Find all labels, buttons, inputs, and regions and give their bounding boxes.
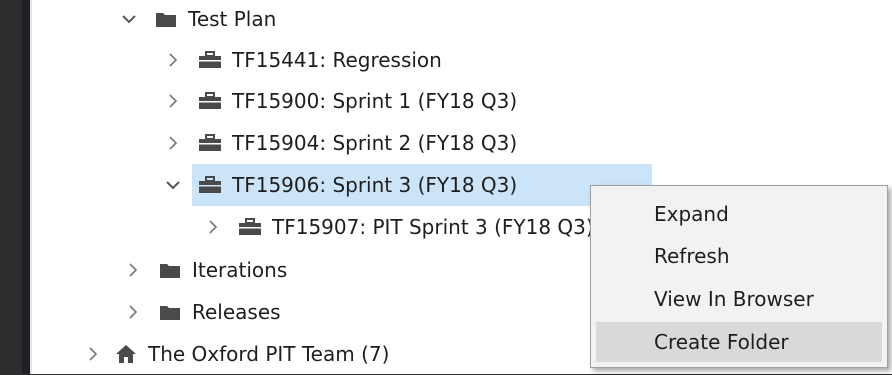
tree-item-tf15906[interactable]: TF15906: Sprint 3 (FY18 Q3) — [162, 164, 517, 206]
tree-item-label: TF15441: Regression — [232, 48, 442, 72]
tree-item-tf15441[interactable]: TF15441: Regression — [162, 39, 442, 81]
chevron-right-icon[interactable] — [202, 216, 224, 238]
chevron-right-icon[interactable] — [82, 343, 104, 365]
chevron-down-icon[interactable] — [162, 174, 184, 196]
menu-item-expand[interactable]: Expand — [596, 194, 882, 234]
tree-item-iterations[interactable]: Iterations — [122, 249, 287, 291]
tree-item-tf15900[interactable]: TF15900: Sprint 1 (FY18 Q3) — [162, 80, 517, 122]
suite-icon — [198, 174, 222, 196]
chevron-right-icon[interactable] — [162, 132, 184, 154]
tree-item-releases[interactable]: Releases — [122, 291, 281, 333]
menu-item-view-in-browser[interactable]: View In Browser — [596, 279, 882, 319]
context-menu: Expand Refresh View In Browser Create Fo… — [590, 185, 888, 368]
tree-item-label: TF15907: PIT Sprint 3 (FY18 Q3) — [272, 215, 594, 239]
tree-item-label: TF15900: Sprint 1 (FY18 Q3) — [232, 89, 518, 113]
tree-item-label: Releases — [192, 300, 281, 324]
tree-item-oxford-pit-team[interactable]: The Oxford PIT Team (7) — [82, 333, 389, 375]
chevron-right-icon[interactable] — [162, 49, 184, 71]
folder-icon — [158, 259, 182, 281]
menu-item-create-folder[interactable]: Create Folder — [596, 322, 882, 362]
tree-item-label: TF15906: Sprint 3 (FY18 Q3) — [232, 173, 518, 197]
menu-item-label: Expand — [654, 202, 729, 226]
tree-item-label: Test Plan — [188, 7, 277, 31]
folder-icon — [154, 8, 178, 30]
menu-item-label: Refresh — [654, 244, 730, 268]
home-icon — [114, 343, 138, 365]
tree-item-tf15904[interactable]: TF15904: Sprint 2 (FY18 Q3) — [162, 122, 517, 164]
chevron-down-icon[interactable] — [118, 8, 140, 30]
tree-item-label: TF15904: Sprint 2 (FY18 Q3) — [232, 131, 518, 155]
suite-icon — [198, 49, 222, 71]
suite-icon — [238, 216, 262, 238]
tree-item-test-plan[interactable]: Test Plan — [118, 0, 276, 40]
menu-item-label: View In Browser — [654, 287, 814, 311]
tree-item-label: The Oxford PIT Team (7) — [148, 342, 390, 366]
suite-icon — [198, 90, 222, 112]
chevron-right-icon[interactable] — [122, 259, 144, 281]
chevron-right-icon[interactable] — [122, 301, 144, 323]
chevron-right-icon[interactable] — [162, 90, 184, 112]
tree-item-tf15907[interactable]: TF15907: PIT Sprint 3 (FY18 Q3) — [202, 206, 594, 248]
suite-icon — [198, 132, 222, 154]
tree-item-label: Iterations — [192, 258, 288, 282]
menu-item-refresh[interactable]: Refresh — [596, 236, 882, 276]
menu-item-label: Create Folder — [654, 330, 789, 354]
folder-icon — [158, 301, 182, 323]
